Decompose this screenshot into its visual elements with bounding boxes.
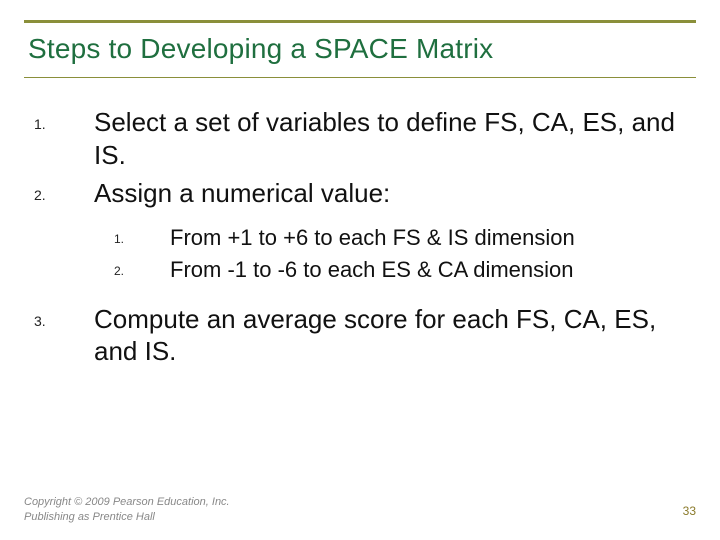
list-text: From -1 to -6 to each ES & CA dimension — [170, 256, 696, 285]
list-text: Select a set of variables to define FS, … — [94, 106, 696, 171]
list-text: Compute an average score for each FS, CA… — [94, 303, 696, 368]
footer-line: Copyright © 2009 Pearson Education, Inc. — [24, 495, 230, 509]
slide-title: Steps to Developing a SPACE Matrix — [28, 33, 692, 65]
footer-line: Publishing as Prentice Hall — [24, 510, 230, 524]
list-number: 2. — [114, 256, 170, 285]
list-text: Assign a numerical value: — [94, 177, 696, 210]
title-bar: Steps to Developing a SPACE Matrix — [24, 20, 696, 78]
list-item: 3. Compute an average score for each FS,… — [24, 303, 696, 368]
copyright-footer: Copyright © 2009 Pearson Education, Inc.… — [24, 495, 230, 524]
slide-body: 1. Select a set of variables to define F… — [24, 106, 696, 368]
page-number: 33 — [683, 504, 696, 518]
list-number: 2. — [24, 177, 94, 210]
list-number: 3. — [24, 303, 94, 368]
list-item: 2. Assign a numerical value: — [24, 177, 696, 210]
list-number: 1. — [114, 224, 170, 253]
list-number: 1. — [24, 106, 94, 171]
list-item: 1. Select a set of variables to define F… — [24, 106, 696, 171]
list-text: From +1 to +6 to each FS & IS dimension — [170, 224, 696, 253]
list-item: 1. From +1 to +6 to each FS & IS dimensi… — [114, 224, 696, 253]
list-item: 2. From -1 to -6 to each ES & CA dimensi… — [114, 256, 696, 285]
sub-list: 1. From +1 to +6 to each FS & IS dimensi… — [114, 224, 696, 285]
